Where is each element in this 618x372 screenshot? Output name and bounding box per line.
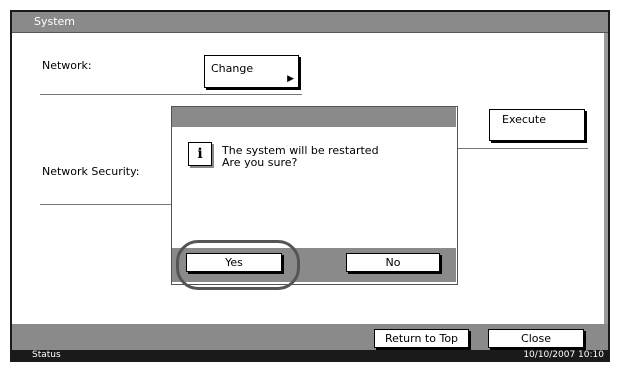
no-button[interactable]: No [346,253,440,272]
dialog-message-line2: Are you sure? [222,156,298,169]
divider [40,204,171,205]
no-button-label: No [385,256,401,269]
status-label[interactable]: Status [32,350,61,360]
return-to-top-label: Return to Top [384,332,459,345]
dialog-title-bar [172,107,456,127]
change-button-label: Change [211,62,254,75]
yes-button-label: Yes [225,256,243,269]
arrow-right-icon: ▶ [287,74,294,84]
close-button[interactable]: Close [488,329,584,348]
status-datetime: 10/10/2007 10:10 [523,350,604,360]
close-button-label: Close [521,332,551,345]
title-bar: System [12,12,608,33]
change-button[interactable]: Change ▶ [204,55,299,88]
status-bar: Status 10/10/2007 10:10 [10,350,610,362]
execute-button[interactable]: Execute [489,109,585,141]
execute-button-label: Execute [502,113,546,126]
network-label: Network: [42,59,92,72]
scrollbar[interactable] [604,33,608,324]
info-icon: i [188,142,212,166]
yes-button[interactable]: Yes [186,253,282,272]
return-to-top-button[interactable]: Return to Top [374,329,469,348]
page-title: System [34,15,76,28]
divider [40,94,302,95]
network-security-label: Network Security: [42,165,140,178]
divider [456,148,588,149]
